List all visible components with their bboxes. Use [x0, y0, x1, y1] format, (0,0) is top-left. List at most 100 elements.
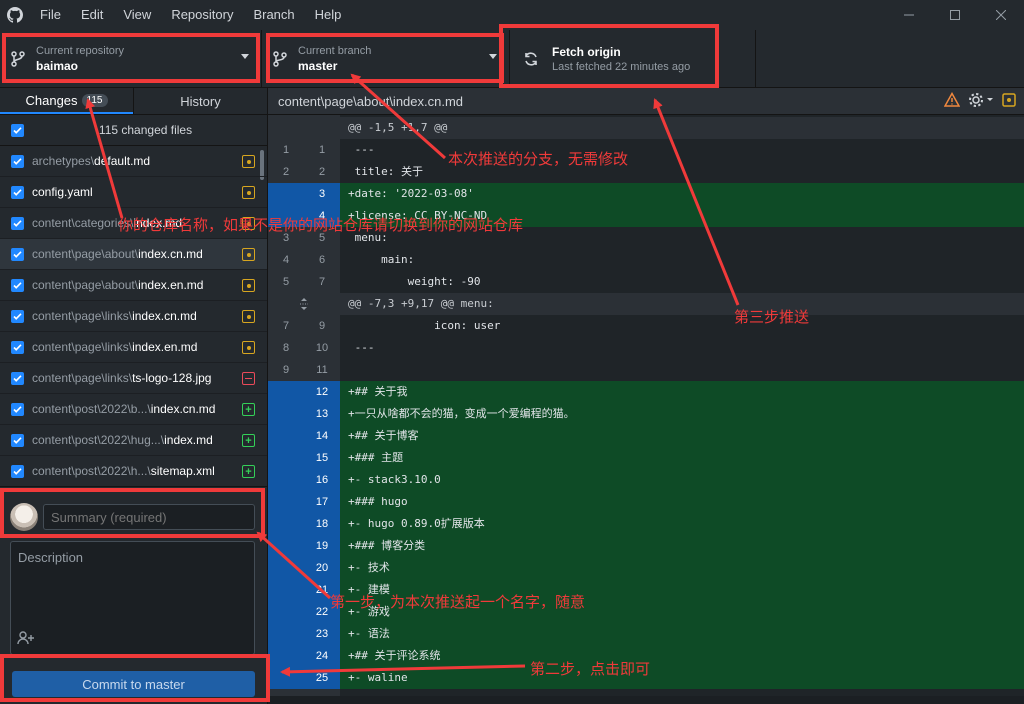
new-line-number[interactable]: 7: [304, 271, 340, 293]
new-line-number[interactable]: 9: [304, 315, 340, 337]
description-textarea[interactable]: Description: [10, 541, 255, 655]
old-line-number[interactable]: [268, 425, 304, 447]
old-line-number[interactable]: [268, 403, 304, 425]
diff-line[interactable]: 9 11: [268, 359, 1024, 381]
diff-line[interactable]: 23 +- 语法: [268, 623, 1024, 645]
file-row[interactable]: config.yaml: [0, 177, 267, 208]
file-row[interactable]: content\post\2022\hug...\index.md +: [0, 425, 267, 456]
new-line-number[interactable]: 17: [304, 491, 340, 513]
commit-button[interactable]: Commit to master: [12, 671, 255, 697]
diff-line[interactable]: 11 ---: [268, 139, 1024, 161]
new-line-number[interactable]: 1: [304, 139, 340, 161]
hunk-expand-icon[interactable]: [268, 293, 340, 315]
diff-line[interactable]: 22 title: 关于: [268, 161, 1024, 183]
old-line-number[interactable]: [268, 491, 304, 513]
diff-line[interactable]: 79 icon: user: [268, 315, 1024, 337]
new-line-number[interactable]: 10: [304, 337, 340, 359]
file-checkbox[interactable]: [11, 185, 24, 199]
diff-line[interactable]: 57 weight: -90: [268, 271, 1024, 293]
file-checkbox[interactable]: [11, 216, 24, 230]
old-line-number[interactable]: [268, 579, 304, 601]
summary-input[interactable]: [43, 504, 255, 530]
new-line-number[interactable]: 16: [304, 469, 340, 491]
old-line-number[interactable]: 7: [268, 315, 304, 337]
old-line-number[interactable]: 8: [268, 337, 304, 359]
new-line-number[interactable]: 3: [304, 183, 340, 205]
file-row[interactable]: content\page\links\index.en.md: [0, 332, 267, 363]
old-line-number[interactable]: [268, 645, 304, 667]
new-line-number[interactable]: 15: [304, 447, 340, 469]
old-line-number[interactable]: [268, 667, 304, 689]
file-checkbox[interactable]: [11, 433, 24, 447]
file-checkbox[interactable]: [11, 154, 24, 168]
fetch-origin-button[interactable]: Fetch origin Last fetched 22 minutes ago: [510, 30, 756, 88]
diff-line[interactable]: 3 +date: '2022-03-08': [268, 183, 1024, 205]
maximize-button[interactable]: [932, 0, 978, 30]
new-line-number[interactable]: 23: [304, 623, 340, 645]
old-line-number[interactable]: [268, 469, 304, 491]
diff-line[interactable]: 14 +## 关于博客: [268, 425, 1024, 447]
menu-repository[interactable]: Repository: [161, 0, 243, 30]
menu-view[interactable]: View: [113, 0, 161, 30]
old-line-number[interactable]: [268, 513, 304, 535]
file-row[interactable]: content\post\2022\h...\sitemap.xml +: [0, 456, 267, 487]
old-line-number[interactable]: [268, 623, 304, 645]
file-row[interactable]: content\page\about\index.cn.md: [0, 239, 267, 270]
diff-line[interactable]: 20 +- 技术: [268, 557, 1024, 579]
add-coauthor-icon[interactable]: [17, 631, 35, 648]
old-line-number[interactable]: 1: [268, 139, 304, 161]
file-checkbox[interactable]: [11, 402, 24, 416]
diff-line[interactable]: 16 +- stack3.10.0: [268, 469, 1024, 491]
close-button[interactable]: [978, 0, 1024, 30]
file-checkbox[interactable]: [11, 247, 24, 261]
new-line-number[interactable]: 20: [304, 557, 340, 579]
new-line-number[interactable]: 12: [304, 381, 340, 403]
diff-horizontal-scrollbar[interactable]: [268, 696, 1024, 704]
new-line-number[interactable]: 24: [304, 645, 340, 667]
diff-line[interactable]: 15 +### 主题: [268, 447, 1024, 469]
tab-history[interactable]: History: [133, 88, 267, 114]
select-all-checkbox[interactable]: [11, 123, 24, 137]
diff-line[interactable]: 13 +一只从啥都不会的猫，变成一个爱编程的猫。: [268, 403, 1024, 425]
file-checkbox[interactable]: [11, 340, 24, 354]
old-line-number[interactable]: [268, 557, 304, 579]
file-checkbox[interactable]: [11, 278, 24, 292]
old-line-number[interactable]: 9: [268, 359, 304, 381]
menu-branch[interactable]: Branch: [243, 0, 304, 30]
old-line-number[interactable]: 2: [268, 161, 304, 183]
menu-edit[interactable]: Edit: [71, 0, 113, 30]
diff-line[interactable]: 12 +## 关于我: [268, 381, 1024, 403]
old-line-number[interactable]: [268, 183, 304, 205]
old-line-number[interactable]: [268, 447, 304, 469]
old-line-number[interactable]: [268, 381, 304, 403]
new-line-number[interactable]: 6: [304, 249, 340, 271]
diff-line[interactable]: 8 10 ---: [268, 337, 1024, 359]
old-line-number[interactable]: 4: [268, 249, 304, 271]
new-line-number[interactable]: 13: [304, 403, 340, 425]
gear-icon[interactable]: [968, 92, 994, 111]
minimize-button[interactable]: [886, 0, 932, 30]
new-line-number[interactable]: 11: [304, 359, 340, 381]
new-line-number[interactable]: 25: [304, 667, 340, 689]
old-line-number[interactable]: [268, 601, 304, 623]
menu-help[interactable]: Help: [305, 0, 352, 30]
new-line-number[interactable]: 19: [304, 535, 340, 557]
diff-line[interactable]: 18 +- hugo 0.89.0扩展版本: [268, 513, 1024, 535]
diff-line[interactable]: 19 +### 博客分类: [268, 535, 1024, 557]
file-row[interactable]: content\post\2022\b...\index.cn.md +: [0, 394, 267, 425]
file-checkbox[interactable]: [11, 309, 24, 323]
tab-changes[interactable]: Changes 115: [0, 88, 133, 114]
menu-file[interactable]: File: [30, 0, 71, 30]
current-repository-dropdown[interactable]: Current repository baimao: [0, 30, 262, 88]
diff-line[interactable]: 17 +### hugo: [268, 491, 1024, 513]
file-row[interactable]: archetypes\default.md: [0, 146, 267, 177]
old-line-number[interactable]: 5: [268, 271, 304, 293]
current-branch-dropdown[interactable]: Current branch master: [262, 30, 510, 88]
warning-icon[interactable]: [943, 91, 961, 111]
new-line-number[interactable]: 2: [304, 161, 340, 183]
hunk-expand-icon[interactable]: [268, 117, 340, 139]
file-row[interactable]: content\page\links\index.cn.md: [0, 301, 267, 332]
file-checkbox[interactable]: [11, 371, 24, 385]
new-line-number[interactable]: 14: [304, 425, 340, 447]
file-row[interactable]: content\page\about\index.en.md: [0, 270, 267, 301]
